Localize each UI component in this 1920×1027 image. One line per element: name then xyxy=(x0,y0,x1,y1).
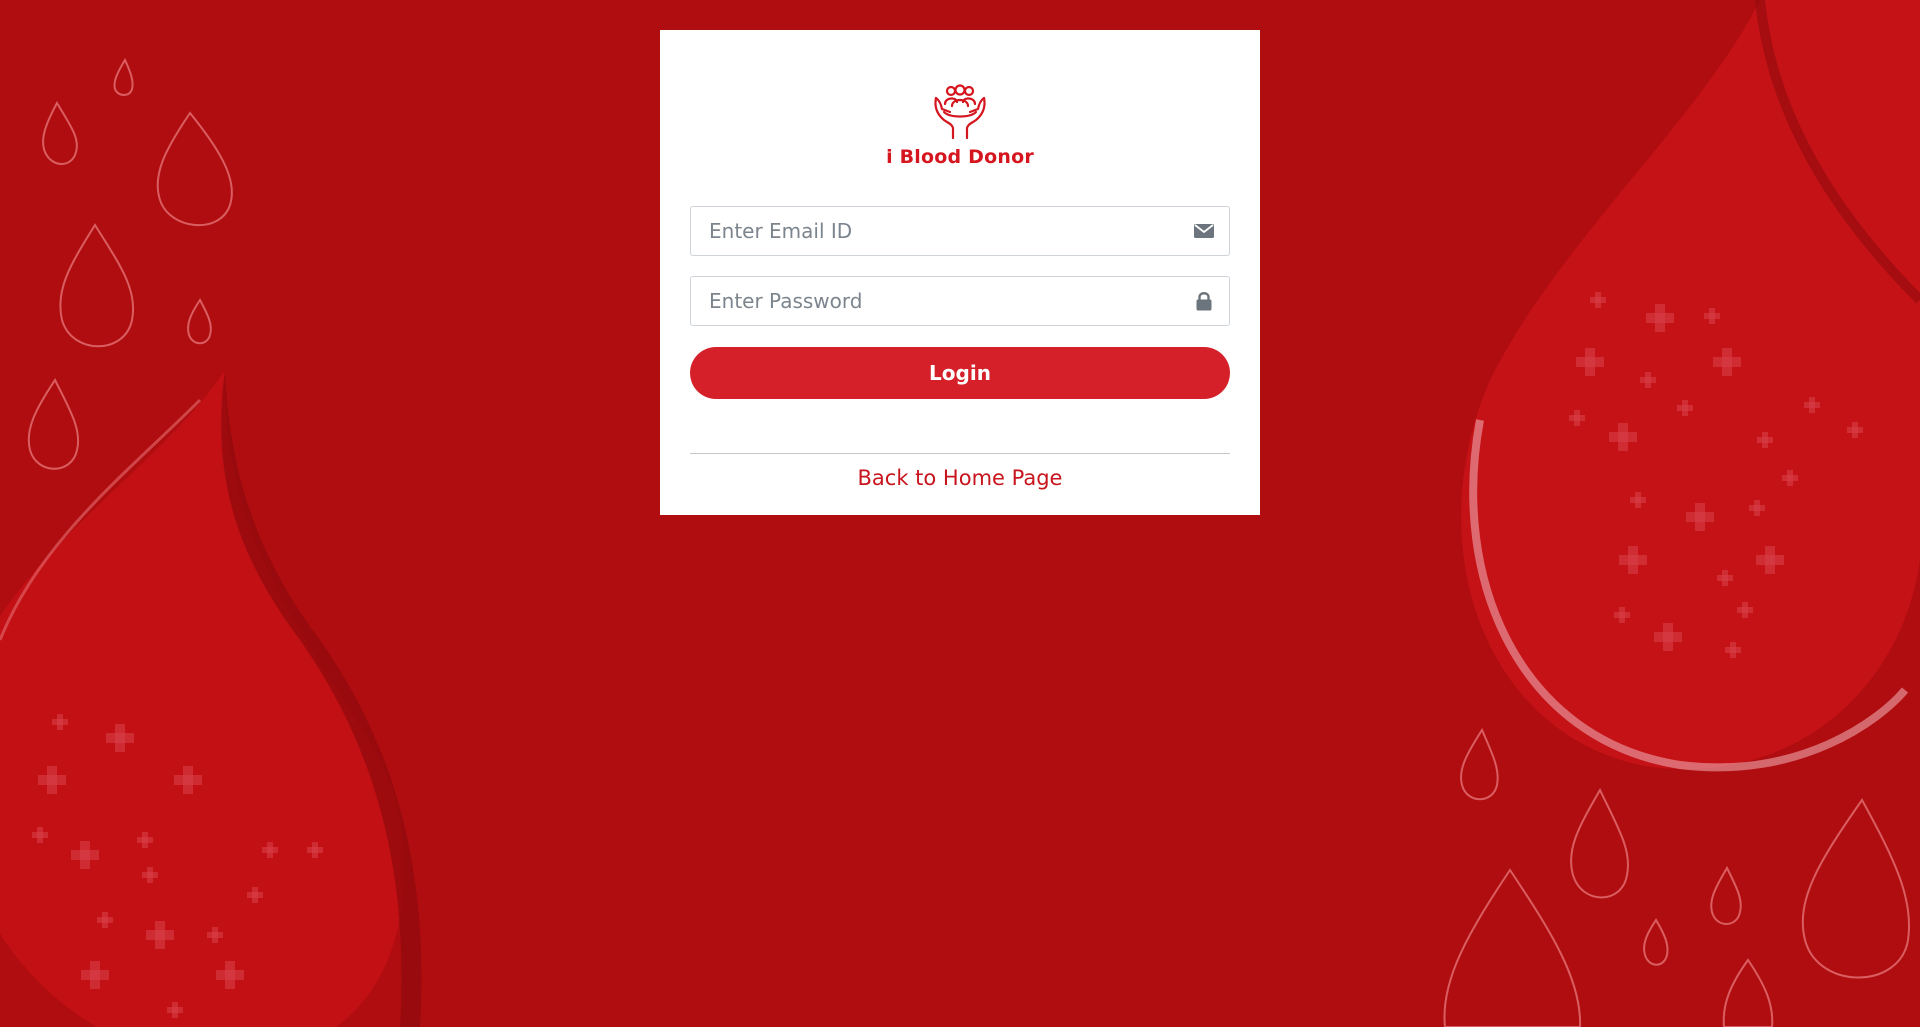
back-to-home-link[interactable]: Back to Home Page xyxy=(690,466,1230,490)
login-button[interactable]: Login xyxy=(690,347,1230,399)
brand-logo: i Blood Donor xyxy=(660,82,1260,168)
brand-name: i Blood Donor xyxy=(886,146,1034,168)
hands-holding-people-icon xyxy=(934,84,986,140)
password-input[interactable] xyxy=(691,277,1229,325)
email-input[interactable] xyxy=(691,207,1229,255)
login-card: i Blood Donor Login Back to Home Page xyxy=(660,30,1260,515)
divider xyxy=(690,453,1230,454)
lock-icon xyxy=(1193,290,1215,312)
password-field-wrapper xyxy=(690,276,1230,326)
email-field-wrapper xyxy=(690,206,1230,256)
envelope-icon xyxy=(1193,220,1215,242)
